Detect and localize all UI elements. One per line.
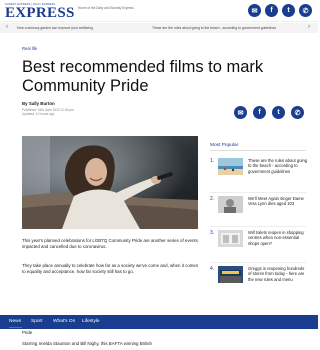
most-popular-headline: These are the rules about going to the b… [248,158,308,174]
most-popular-separator [210,262,306,263]
nav-item-news[interactable]: News [9,319,21,324]
facebook-icon[interactable]: f [265,4,278,17]
ticker-next-icon[interactable]: › [308,24,310,30]
breadcrumb[interactable]: Real life [22,46,37,51]
site-tagline: Home of the Daily and Sunday Express [78,6,134,10]
most-popular-thumbnail [218,266,243,283]
nav-item-whats-on[interactable]: What's On [53,319,75,324]
hero-image [22,136,198,229]
ticker-prev-icon[interactable]: ‹ [6,24,8,30]
ticker-item-right[interactable]: These are the rules about going to the b… [152,26,276,30]
most-popular-number: 3. [210,230,215,236]
most-popular-thumbnail [218,158,243,175]
site-header: SUNDAY EXPRESS | DAILY EXPRESS EXPRESS H… [0,0,318,22]
nav-item-sport[interactable]: Sport [31,319,42,324]
most-popular-title: Most Popular [210,143,239,148]
updated-time: Updated: 10 hours ago [22,112,55,117]
email-share-icon[interactable]: ✉ [234,106,247,119]
most-popular-thumbnail [218,196,243,213]
article-text-continued: Pride [22,330,33,335]
header-social-links: ✉ f t ✆ [248,4,312,17]
most-popular-item[interactable]: 3. Will toilets reopen in shopping centr… [210,230,310,266]
whatsapp-icon[interactable]: ✆ [299,4,312,17]
most-popular-number: 1. [210,158,215,164]
most-popular-item[interactable]: 4. Greggs is reopening hundreds of store… [210,266,310,302]
article-author[interactable]: By Sally Burton [22,101,55,106]
article-paragraph-3: Starring Imelda Staunton and Bill Nighy,… [22,341,152,346]
article-paragraph-1: This year's planned celebrations for LGB… [22,238,198,250]
most-popular-headline: We'll Meet Again singer Dame Vera Lynn d… [248,196,304,207]
most-popular-item[interactable]: 1. These are the rules about going to th… [210,158,310,194]
ticker-item-left[interactable]: How a sensory garden can improve your we… [17,26,93,30]
most-popular-number: 2. [210,196,215,202]
section-nav: News Sport What's On Lifestyle [0,315,318,329]
nav-active-indicator [9,327,22,328]
logo-text: EXPRESS [5,5,75,21]
most-popular-separator [210,192,306,193]
email-icon[interactable]: ✉ [248,4,261,17]
most-popular-headline: Greggs is reopening hundreds of stores f… [248,266,305,282]
news-ticker: ‹ How a sensory garden can improve your … [0,23,318,33]
twitter-icon[interactable]: t [282,4,295,17]
most-popular-number: 4. [210,266,215,272]
whatsapp-share-icon[interactable]: ✆ [291,106,304,119]
nav-item-lifestyle[interactable]: Lifestyle [82,319,100,324]
most-popular-thumbnail [218,230,243,247]
most-popular-divider [210,150,306,151]
article-title: Best recommended films to mark Community… [22,58,264,95]
site-logo[interactable]: SUNDAY EXPRESS | DAILY EXPRESS EXPRESS [5,3,75,21]
most-popular-separator [210,226,306,227]
article-share-links: ✉ f t ✆ [234,106,304,119]
facebook-share-icon[interactable]: f [253,106,266,119]
twitter-share-icon[interactable]: t [272,106,285,119]
article-paragraph-2: They take place annually to celebrate ho… [22,263,199,275]
most-popular-headline: Will toilets reopen in shopping centres … [248,230,304,246]
article-timestamps: Published: 16th June 2020 11:45 pm Updat… [22,108,74,117]
